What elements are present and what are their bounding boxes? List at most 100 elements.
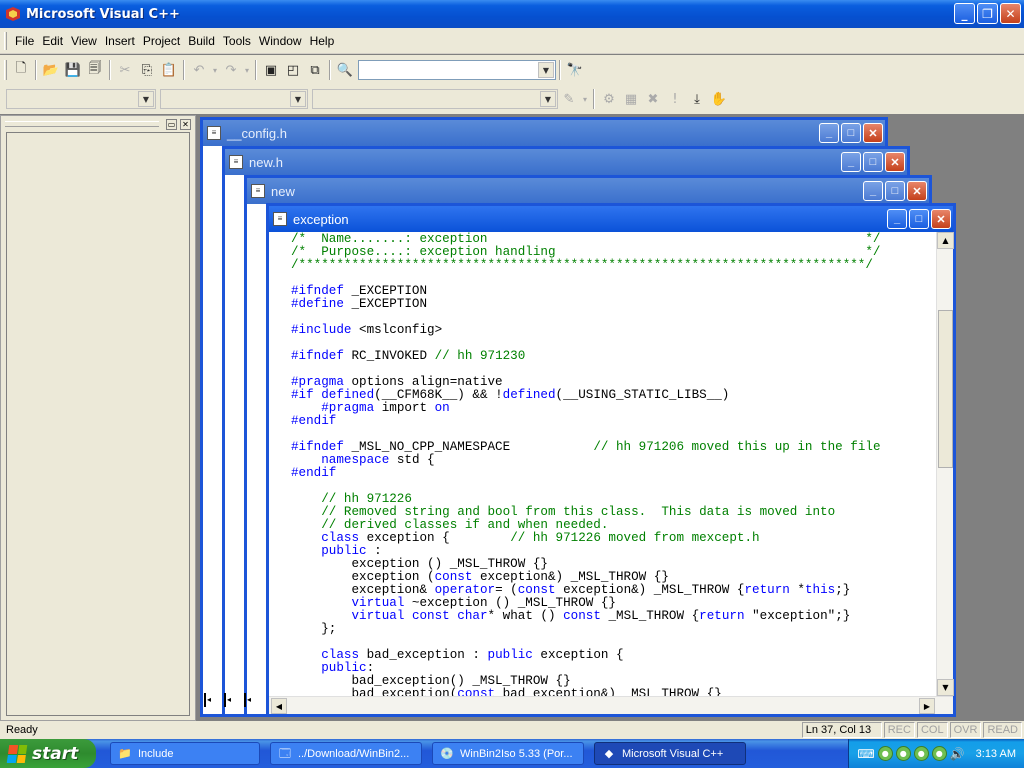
go-debug-icon[interactable]: ⤓ [686,88,708,110]
code-line[interactable]: virtual const char* what () const _MSL_T… [291,610,935,623]
execute-icon[interactable]: ! [664,88,686,110]
task-download-winbin2[interactable]: 🗔 ../Download/WinBin2... [270,742,422,765]
menu-build[interactable]: Build [184,34,219,48]
minimize-button[interactable]: _ [887,209,907,229]
minimize-button[interactable]: _ [841,152,861,172]
keyboard-icon[interactable]: ⌨ [857,747,874,761]
output-window-icon[interactable]: ◰ [282,59,304,81]
code-line[interactable]: class bad_exception : public exception { [291,649,935,662]
close-button[interactable]: ✕ [1000,3,1021,24]
minimize-button[interactable]: _ [954,3,975,24]
workspace-tree[interactable] [6,132,190,716]
minimize-button[interactable]: _ [863,181,883,201]
filter-combobox[interactable]: ▼ [160,89,308,109]
window-caption[interactable]: ≡ new.h _ □ ✕ [225,149,907,175]
maximize-button[interactable]: □ [863,152,883,172]
scroll-down-icon[interactable]: ▼ [937,679,954,696]
scroll-right-icon[interactable]: ▶ [919,698,935,714]
menu-view[interactable]: View [67,34,101,48]
close-button[interactable]: ✕ [885,152,905,172]
code-text[interactable]: /* Name.......: exception *//* Purpose..… [291,232,935,697]
new-text-file-icon[interactable]: 🗋 [10,59,32,81]
menu-file[interactable]: File [11,34,38,48]
menu-window[interactable]: Window [255,34,306,48]
cut-icon[interactable]: ✂ [114,59,136,81]
scroll-left-icon[interactable]: ◂ [244,693,254,707]
redo-icon[interactable]: ↷ [220,59,242,81]
task-visual-cpp[interactable]: ◆ Microsoft Visual C++ [594,742,746,765]
menu-insert[interactable]: Insert [101,34,139,48]
chevron-down-icon[interactable]: ▼ [540,91,556,107]
panel-float-icon[interactable]: ▭ [166,118,177,130]
class-combobox[interactable]: ▼ [6,89,156,109]
menu-edit[interactable]: Edit [38,34,67,48]
menu-grip[interactable] [4,31,7,50]
wizard-dropdown-icon[interactable]: ▾ [580,88,590,110]
wizard-action-icon[interactable]: ✎ [558,88,580,110]
start-button[interactable]: start [0,739,96,768]
workspace-icon[interactable]: ▣ [260,59,282,81]
find-binoculars-icon[interactable]: 🔭 [564,59,586,81]
task-include[interactable]: 📁 Include [110,742,260,765]
undo-icon[interactable]: ↶ [188,59,210,81]
network-icon[interactable]: ● [913,746,929,761]
menu-project[interactable]: Project [139,34,184,48]
members-combobox[interactable]: ▼ [312,89,558,109]
save-all-icon[interactable]: 🗐 [84,59,106,81]
panel-grip[interactable] [5,121,159,127]
copy-icon[interactable]: ⎘ [136,59,158,81]
scroll-left-icon[interactable]: ◂ [204,693,214,707]
vertical-scrollbar[interactable]: ▲ ▼ [936,232,954,696]
selection-margin[interactable] [269,232,289,696]
code-editor[interactable]: /* Name.......: exception *//* Purpose..… [269,232,954,714]
network-icon[interactable]: ● [877,746,893,761]
maximize-button[interactable]: □ [841,123,861,143]
scroll-left-icon[interactable]: ◀ [271,698,287,714]
find-in-files-icon[interactable]: 🔍 [334,59,356,81]
chevron-down-icon[interactable]: ▼ [538,62,554,78]
network-icon[interactable]: ● [895,746,911,761]
close-button[interactable]: ✕ [931,209,951,229]
window-caption[interactable]: ≡ exception _ □ ✕ [269,206,953,232]
code-line[interactable]: class exception { // hh 971226 moved fro… [291,532,935,545]
code-line[interactable]: bad_exception(const bad_exception&) _MSL… [291,688,935,697]
maximize-button[interactable]: □ [909,209,929,229]
restore-button[interactable]: ❐ [977,3,998,24]
window-list-icon[interactable]: ⧉ [304,59,326,81]
code-line[interactable]: #endif [291,415,935,428]
menu-help[interactable]: Help [306,34,339,48]
code-line[interactable]: #endif [291,467,935,480]
horizontal-scrollbar[interactable]: ◀ ▶ [269,696,953,714]
stop-build-icon[interactable]: ✖ [642,88,664,110]
code-line[interactable]: #pragma import on [291,402,935,415]
chevron-down-icon[interactable]: ▼ [138,91,154,107]
panel-close-icon[interactable]: ✕ [180,118,191,130]
close-button[interactable]: ✕ [907,181,927,201]
toolbar-grip[interactable] [4,60,7,80]
find-combobox[interactable]: ▼ [358,60,556,80]
open-folder-icon[interactable]: 📂 [40,59,62,81]
code-line[interactable]: #define _EXCEPTION [291,298,935,311]
close-button[interactable]: ✕ [863,123,883,143]
redo-dropdown-icon[interactable]: ▾ [242,59,252,81]
maximize-button[interactable]: □ [885,181,905,201]
menu-tools[interactable]: Tools [219,34,255,48]
breakpoint-hand-icon[interactable]: ✋ [708,88,730,110]
chevron-down-icon[interactable]: ▼ [290,91,306,107]
scroll-thumb[interactable] [938,310,953,468]
window-caption[interactable]: ≡ new _ □ ✕ [247,178,929,204]
save-icon[interactable]: 💾 [62,59,84,81]
window-caption[interactable]: ≡ __config.h _ □ ✕ [203,120,885,146]
scroll-up-icon[interactable]: ▲ [937,232,954,249]
code-line[interactable]: #include <mslconfig> [291,324,935,337]
compile-icon[interactable]: ⚙ [598,88,620,110]
network-icon[interactable]: ● [931,746,947,761]
minimize-button[interactable]: _ [819,123,839,143]
window-exception[interactable]: ≡ exception _ □ ✕ /* Name.......: except… [266,203,956,717]
code-line[interactable]: namespace std { [291,454,935,467]
paste-icon[interactable]: 📋 [158,59,180,81]
volume-icon[interactable]: 🔊 [950,747,965,761]
code-line[interactable]: #ifndef RC_INVOKED // hh 971230 [291,350,935,363]
build-icon[interactable]: ▦ [620,88,642,110]
undo-dropdown-icon[interactable]: ▾ [210,59,220,81]
